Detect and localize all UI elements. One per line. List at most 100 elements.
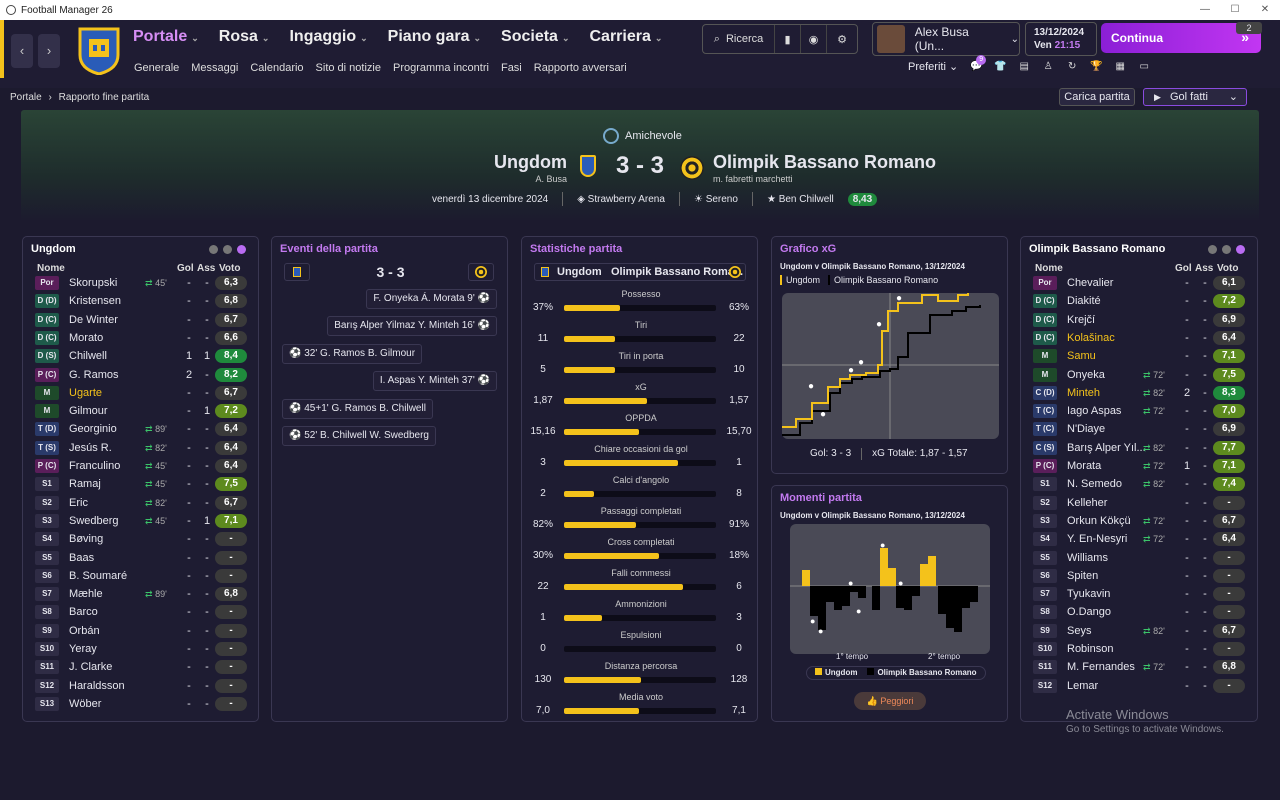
club-crest[interactable] [78, 27, 120, 75]
subnav-fasi[interactable]: Fasi [501, 62, 522, 74]
player-name[interactable]: Haraldsson [69, 680, 125, 692]
player-name[interactable]: Krejčí [1067, 314, 1095, 326]
subnav-rapporto-avversari[interactable]: Rapporto avversari [534, 62, 627, 74]
player-row[interactable]: T (S) Jesús R. ⇄ 82' - -6,4 [29, 440, 253, 457]
player-name[interactable]: Mæhle [69, 588, 103, 600]
player-row[interactable]: T (C) N'Diaye - -6,9 [1027, 422, 1251, 438]
player-name[interactable]: Franculino [69, 460, 120, 472]
preferiti-menu[interactable]: Preferiti ⌄ [908, 60, 958, 73]
player-name[interactable]: Lemar [1067, 680, 1098, 692]
player-row[interactable]: T (D) Georginio ⇄ 89' - -6,4 [29, 422, 253, 438]
away-team[interactable]: Olimpik Bassano Romano m. fabretti march… [713, 152, 936, 184]
player-name[interactable]: Kolašinac [1067, 332, 1115, 344]
player-name[interactable]: G. Ramos [69, 369, 119, 381]
nav-rosa[interactable]: Rosa ⌄ [219, 28, 270, 46]
player-name[interactable]: Orbán [69, 625, 100, 637]
player-row[interactable]: S4 Y. En-Nesyri ⇄ 72' - -6,4 [1027, 532, 1251, 548]
player-name[interactable]: B. Soumaré [69, 570, 127, 582]
match-event[interactable]: ⚽ 52' B. Chilwell W. Swedberg [282, 426, 436, 446]
player-row[interactable]: P (C) G. Ramos 2-8,2 [29, 367, 253, 384]
player-name[interactable]: Barış Alper Yıl... [1067, 442, 1146, 454]
match-event[interactable]: F. Onyeka Á. Morata 9' ⚽ [366, 289, 497, 309]
minimize-icon[interactable]: — [1190, 0, 1220, 20]
player-row[interactable]: S6 Spiten - - - [1027, 568, 1251, 585]
subnav-programma-incontri[interactable]: Programma incontri [393, 62, 489, 74]
player-row[interactable]: C (S) Barış Alper Yıl... ⇄ 82' - -7,7 [1027, 440, 1251, 457]
col-name[interactable]: Nome [1035, 263, 1063, 274]
nav-piano-gara[interactable]: Piano gara ⌄ [388, 28, 481, 46]
player-name[interactable]: M. Fernandes [1067, 661, 1135, 673]
staff-icon[interactable]: ♙ [1042, 61, 1054, 73]
player-name[interactable]: Samu [1067, 350, 1096, 362]
player-row[interactable]: S11 M. Fernandes ⇄ 72' - -6,8 [1027, 660, 1251, 676]
match-event[interactable]: ⚽ 32' G. Ramos B. Gilmour [282, 343, 423, 364]
player-name[interactable]: Barco [69, 606, 98, 618]
player-row[interactable]: D (C) De Winter - -6,7 [29, 312, 253, 329]
player-row[interactable]: P (C) Morata ⇄ 72' 1-7,1 [1027, 459, 1251, 475]
col-gol[interactable]: Gol [177, 263, 194, 274]
player-row[interactable]: S2 Kelleher - - - [1027, 495, 1251, 512]
forward-button[interactable]: › [38, 34, 60, 68]
player-name[interactable]: Kelleher [1067, 497, 1107, 509]
player-name[interactable]: Robinson [1067, 643, 1113, 655]
home-team[interactable]: Ungdom A. Busa [494, 152, 567, 184]
player-name[interactable]: Yeray [69, 643, 97, 655]
view-toggle[interactable] [1208, 245, 1245, 254]
player-name[interactable]: Jesús R. [69, 442, 112, 454]
col-gol[interactable]: Gol [1175, 263, 1192, 274]
contract-icon[interactable]: ▤ [1018, 61, 1030, 73]
player-name[interactable]: Iago Aspas [1067, 405, 1121, 417]
nav-carriera[interactable]: Carriera ⌄ [590, 28, 663, 46]
player-name[interactable]: Morato [69, 332, 103, 344]
notes-icon[interactable]: ▮ [775, 25, 801, 53]
player-row[interactable]: C (D) Minteh ⇄ 82' 2-8,3 [1027, 385, 1251, 402]
player-name[interactable]: Bøving [69, 533, 103, 545]
player-row[interactable]: S5 Williams - - - [1027, 550, 1251, 567]
subnav-sito-notizie[interactable]: Sito di notizie [316, 62, 381, 74]
player-name[interactable]: De Winter [69, 314, 118, 326]
player-name[interactable]: Skorupski [69, 277, 117, 289]
player-row[interactable]: S1 N. Semedo ⇄ 82' - -7,4 [1027, 477, 1251, 493]
trophy-icon[interactable]: 🏆 [1090, 61, 1102, 73]
player-name[interactable]: Tyukavin [1067, 588, 1110, 600]
player-row[interactable]: Por Chevalier - -6,1 [1027, 276, 1251, 292]
col-ass[interactable]: Ass [1195, 263, 1213, 274]
maximize-icon[interactable]: ☐ [1220, 0, 1250, 20]
player-row[interactable]: S7 Tyukavin - - - [1027, 587, 1251, 603]
nav-societa[interactable]: Societa ⌄ [501, 28, 569, 46]
subnav-messaggi[interactable]: Messaggi [191, 62, 238, 74]
player-row[interactable]: S5 Baas - - - [29, 550, 253, 567]
col-voto[interactable]: Voto [1217, 263, 1238, 274]
player-row[interactable]: S6 B. Soumaré - - - [29, 568, 253, 585]
player-name[interactable]: Chevalier [1067, 277, 1113, 289]
subnav-generale[interactable]: Generale [134, 62, 179, 74]
nav-ingaggio[interactable]: Ingaggio ⌄ [289, 28, 367, 46]
col-ass[interactable]: Ass [197, 263, 215, 274]
player-row[interactable]: S12 Lemar - - - [1027, 678, 1251, 695]
match-event[interactable]: Barış Alper Yilmaz Y. Minteh 16' ⚽ [327, 316, 497, 337]
player-row[interactable]: D (C) Krejčí - -6,9 [1027, 312, 1251, 329]
ball-icon[interactable]: ◉ [801, 25, 827, 53]
player-row[interactable]: S8 Barco - - - [29, 605, 253, 621]
player-name[interactable]: Gilmour [69, 405, 108, 417]
player-name[interactable]: Diakité [1067, 295, 1101, 307]
search-button[interactable]: ⌕ Ricerca [703, 25, 775, 53]
player-row[interactable]: D (D) Kristensen - -6,8 [29, 294, 253, 310]
player-row[interactable]: S1 Ramaj ⇄ 45' - -7,5 [29, 477, 253, 493]
calendar-icon[interactable]: ▦ [1114, 61, 1126, 73]
view-toggle[interactable] [209, 245, 246, 254]
player-of-match[interactable]: ★ Ben Chilwell [767, 194, 834, 205]
refresh-icon[interactable]: ↻ [1066, 61, 1078, 73]
player-name[interactable]: Wöber [69, 698, 101, 710]
player-name[interactable]: Ramaj [69, 478, 101, 490]
player-row[interactable]: D (S) Chilwell 1 1 8,4 [29, 349, 253, 365]
player-name[interactable]: Onyeka [1067, 369, 1105, 381]
player-name[interactable]: Morata [1067, 460, 1101, 472]
player-row[interactable]: T (C) Iago Aspas ⇄ 72' - -7,0 [1027, 404, 1251, 420]
player-row[interactable]: M Samu - -7,1 [1027, 349, 1251, 365]
player-name[interactable]: Kristensen [69, 295, 121, 307]
player-name[interactable]: Baas [69, 552, 94, 564]
player-row[interactable]: S3 Swedberg ⇄ 45' -1 7,1 [29, 513, 253, 530]
player-row[interactable]: S4 Bøving - - - [29, 532, 253, 548]
player-name[interactable]: Swedberg [69, 515, 119, 527]
